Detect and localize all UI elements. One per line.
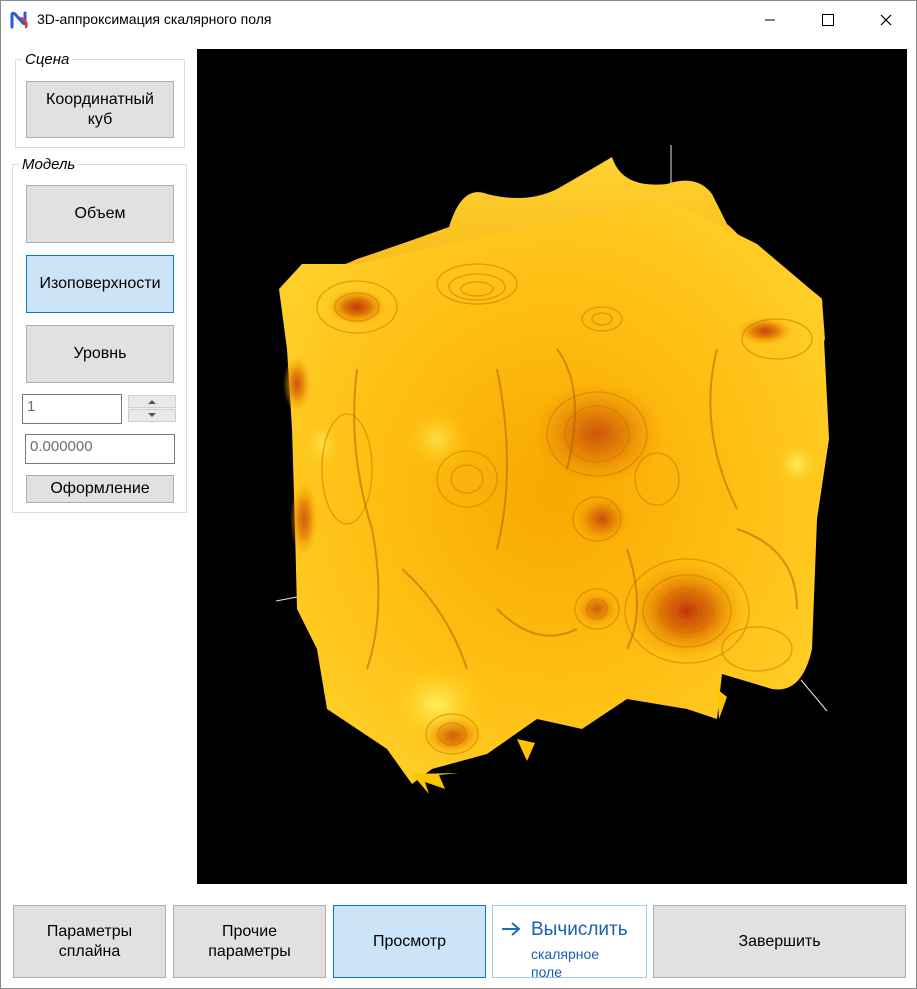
maximize-button[interactable] <box>799 1 857 39</box>
close-button[interactable] <box>857 1 915 39</box>
compute-subtitle-line2: поле <box>531 964 563 980</box>
finish-label: Завершить <box>738 932 821 950</box>
window-title: 3D-аппроксимация скалярного поля <box>37 11 272 27</box>
level-value-field[interactable]: 0.000000 <box>25 434 175 464</box>
hot-spot <box>283 356 311 412</box>
isosurface-render <box>275 145 829 794</box>
compute-command-link[interactable]: Вычислить скалярное поле <box>492 905 647 980</box>
title-bar: 3D-аппроксимация скалярного поля <box>1 1 916 39</box>
bright-spot <box>772 439 822 489</box>
compute-subtitle-line1: скалярное <box>531 946 600 962</box>
spline-params-button[interactable]: Параметры сплайна <box>13 905 166 978</box>
other-params-label-line2: параметры <box>208 942 291 960</box>
spline-params-label-line1: Параметры <box>46 922 133 940</box>
chevron-up-icon <box>148 400 156 404</box>
design-button[interactable]: Оформление <box>26 475 174 503</box>
level-label: Уровнь <box>73 345 127 362</box>
bright-spot <box>402 404 472 474</box>
compute-title: Вычислить <box>531 919 628 940</box>
hot-spot <box>290 481 318 557</box>
hot-spot <box>527 379 667 489</box>
level-index-input[interactable]: 1 <box>22 394 122 424</box>
spinner-up-button[interactable] <box>128 395 176 408</box>
level-button[interactable]: Уровнь <box>26 325 174 383</box>
bright-spot <box>382 659 492 749</box>
volume-button[interactable]: Объем <box>26 185 174 243</box>
preview-button[interactable]: Просмотр <box>333 905 486 978</box>
level-index-spinner[interactable] <box>128 395 176 422</box>
minimize-icon <box>765 19 775 21</box>
axis-line-y <box>800 679 828 712</box>
hot-spot <box>627 561 747 661</box>
volume-label: Объем <box>74 205 126 222</box>
coordinate-cube-label-line1: Координатный <box>46 90 154 108</box>
spline-params-label-line2: сплайна <box>58 942 121 960</box>
chevron-down-icon <box>148 413 156 417</box>
hot-spot <box>327 289 387 325</box>
close-icon <box>880 14 892 26</box>
minimize-button[interactable] <box>741 1 799 39</box>
arrow-right-icon <box>502 922 521 936</box>
client-area: Сцена Координатный куб Модель Объем Изоп… <box>1 39 916 988</box>
other-params-label-line1: Прочие <box>221 922 278 940</box>
app-window: 3D-аппроксимация скалярного поля Сцена К… <box>0 0 917 989</box>
axis-line-x <box>275 596 298 602</box>
preview-label: Просмотр <box>372 932 447 950</box>
isosurfaces-label: Изоповерхности <box>39 275 161 292</box>
isosurfaces-button[interactable]: Изоповерхности <box>26 255 174 313</box>
maximize-icon <box>822 14 834 26</box>
coordinate-cube-label-line2: куб <box>87 110 113 128</box>
hot-spot <box>575 591 619 627</box>
spinner-down-button[interactable] <box>128 409 176 422</box>
other-params-button[interactable]: Прочие параметры <box>173 905 326 978</box>
app-logo-icon <box>10 11 28 29</box>
scene-legend: Сцена <box>25 51 70 68</box>
model-legend: Модель <box>22 156 76 173</box>
coordinate-cube-button[interactable]: Координатный куб <box>26 81 174 138</box>
finish-button[interactable]: Завершить <box>653 905 906 978</box>
3d-viewport[interactable] <box>197 49 907 884</box>
design-label: Оформление <box>50 480 150 497</box>
